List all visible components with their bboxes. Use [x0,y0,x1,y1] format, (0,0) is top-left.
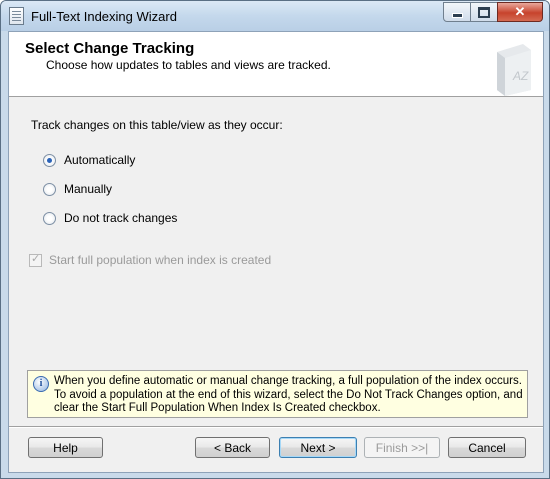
info-text: When you define automatic or manual chan… [54,375,523,414]
wizard-window: Full-Text Indexing Wizard ✕ Select Chang… [0,0,550,479]
radio-label: Automatically [64,153,136,167]
maximize-icon [478,6,490,18]
title-bar[interactable]: Full-Text Indexing Wizard ✕ [1,1,549,31]
radio-automatically[interactable]: Automatically [43,153,135,167]
wizard-body: Select Change Tracking Choose how update… [8,31,544,473]
finish-button: Finish >>| [364,437,440,458]
info-icon: i [33,376,49,392]
start-population-checkbox: Start full population when index is crea… [29,252,272,267]
tracking-prompt: Track changes on this table/view as they… [31,118,283,132]
radio-label: Manually [64,182,113,196]
minimize-button[interactable] [443,2,471,22]
minimize-icon [451,13,463,18]
svg-text:AZ: AZ [512,69,529,83]
radio-selected-icon [43,153,56,167]
checkbox-checked-icon [29,252,42,267]
page-header: Select Change Tracking Choose how update… [9,32,543,97]
radio-manually[interactable]: Manually [43,182,112,196]
window-title: Full-Text Indexing Wizard [31,9,177,24]
radio-do-not-track[interactable]: Do not track changes [43,211,177,225]
window-controls: ✕ [443,2,543,22]
book-az-icon: AZ [497,44,531,96]
cancel-button[interactable]: Cancel [448,437,526,458]
info-panel: i When you define automatic or manual ch… [27,370,528,418]
help-button[interactable]: Help [28,437,103,458]
page-subtitle: Choose how updates to tables and views a… [46,58,331,72]
back-button[interactable]: < Back [195,437,270,458]
next-button[interactable]: Next > [279,437,357,458]
radio-unselected-icon [43,182,56,196]
checkbox-label: Start full population when index is crea… [49,253,272,267]
radio-unselected-icon [43,211,56,225]
close-button[interactable]: ✕ [497,2,543,22]
maximize-button[interactable] [470,2,498,22]
page-title: Select Change Tracking [25,40,195,57]
radio-label: Do not track changes [64,211,178,225]
app-document-icon [9,7,24,25]
close-icon: ✕ [514,4,526,19]
button-separator [9,426,543,428]
